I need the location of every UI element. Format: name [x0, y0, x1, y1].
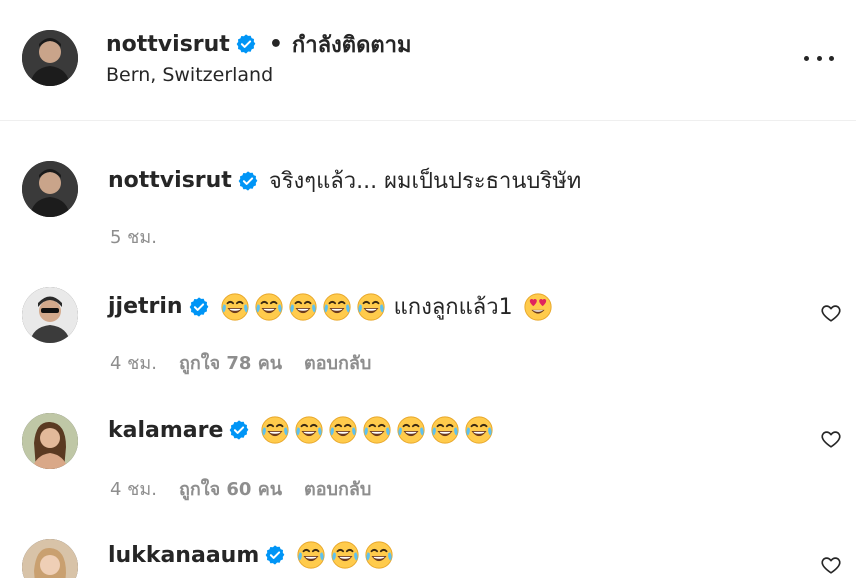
- follow-status-button[interactable]: กำลังติดตาม: [292, 27, 412, 62]
- face-with-tears-of-joy-emoji: [288, 292, 318, 322]
- comment-username[interactable]: kalamare: [108, 418, 223, 443]
- comment-line: kalamare: [108, 415, 498, 445]
- verified-badge-icon: [228, 419, 250, 441]
- face-with-tears-of-joy-emoji: [322, 292, 352, 322]
- comment-item: kalamare 4 ชม. ถูกใจ 60 คน ตอบกลับ: [0, 379, 856, 507]
- face-with-tears-of-joy-emoji: [296, 540, 326, 570]
- emoji-group: [220, 292, 390, 322]
- comment-item: lukkanaaum: [0, 507, 856, 578]
- avatar[interactable]: [22, 30, 78, 86]
- comment-line: lukkanaaum: [108, 540, 398, 570]
- face-with-tears-of-joy-emoji: [294, 415, 324, 445]
- face-with-tears-of-joy-emoji: [330, 540, 360, 570]
- verified-badge-icon: [264, 544, 286, 566]
- avatar[interactable]: [22, 161, 78, 217]
- verified-badge-icon: [235, 33, 257, 55]
- caption: nottvisrut จริงๆแล้ว... ผมเป็นประธานบริษ…: [0, 121, 856, 251]
- timestamp[interactable]: 4 ชม.: [110, 474, 157, 503]
- face-with-tears-of-joy-emoji: [328, 415, 358, 445]
- heart-outline-icon[interactable]: [820, 428, 842, 450]
- emoji-group: [523, 292, 557, 322]
- header-username[interactable]: nottvisrut: [106, 32, 230, 57]
- avatar[interactable]: [22, 539, 78, 578]
- location-link[interactable]: Bern, Switzerland: [106, 64, 273, 86]
- comment-text: แกงลูกแล้ว1: [393, 295, 513, 320]
- comment-line: jjetrin แกงลูกแล้ว1: [108, 289, 557, 324]
- face-with-tears-of-joy-emoji: [464, 415, 494, 445]
- emoji-group: [296, 540, 398, 570]
- face-with-tears-of-joy-emoji: [254, 292, 284, 322]
- caption-text: จริงๆแล้ว... ผมเป็นประธานบริษัท: [268, 169, 582, 194]
- comment-meta: 4 ชม. ถูกใจ 60 คน ตอบกลับ: [110, 474, 393, 503]
- avatar[interactable]: [22, 413, 78, 469]
- verified-badge-icon: [237, 170, 259, 192]
- reply-button[interactable]: ตอบกลับ: [304, 348, 371, 377]
- heart-outline-icon[interactable]: [820, 554, 842, 576]
- post-header: nottvisrut • กำลังติดตาม Bern, Switzerla…: [0, 0, 856, 121]
- caption-meta: 5 ชม.: [110, 222, 179, 251]
- face-with-tears-of-joy-emoji: [362, 415, 392, 445]
- more-options-icon[interactable]: [804, 48, 834, 68]
- caption-username[interactable]: nottvisrut: [108, 168, 232, 193]
- smiling-face-with-heart-eyes-emoji: [523, 292, 553, 322]
- comment-username[interactable]: lukkanaaum: [108, 543, 259, 568]
- timestamp[interactable]: 5 ชม.: [110, 222, 157, 251]
- emoji-group: [260, 415, 498, 445]
- face-with-tears-of-joy-emoji: [430, 415, 460, 445]
- face-with-tears-of-joy-emoji: [220, 292, 250, 322]
- separator-dot: •: [268, 31, 283, 57]
- heart-outline-icon[interactable]: [820, 302, 842, 324]
- comment-item: jjetrin แกงลูกแล้ว1 4 ชม. ถูกใจ 78 คน ตอ…: [0, 251, 856, 379]
- comment-username[interactable]: jjetrin: [108, 294, 183, 319]
- face-with-tears-of-joy-emoji: [364, 540, 394, 570]
- reply-button[interactable]: ตอบกลับ: [304, 474, 371, 503]
- caption-line: nottvisrut จริงๆแล้ว... ผมเป็นประธานบริษ…: [108, 163, 581, 198]
- header-user-line: nottvisrut • กำลังติดตาม: [106, 29, 412, 59]
- face-with-tears-of-joy-emoji: [260, 415, 290, 445]
- comment-meta: 4 ชม. ถูกใจ 78 คน ตอบกลับ: [110, 348, 393, 377]
- likes-count[interactable]: ถูกใจ 78 คน: [179, 348, 282, 377]
- face-with-tears-of-joy-emoji: [396, 415, 426, 445]
- verified-badge-icon: [188, 296, 210, 318]
- avatar[interactable]: [22, 287, 78, 343]
- face-with-tears-of-joy-emoji: [356, 292, 386, 322]
- timestamp[interactable]: 4 ชม.: [110, 348, 157, 377]
- likes-count[interactable]: ถูกใจ 60 คน: [179, 474, 282, 503]
